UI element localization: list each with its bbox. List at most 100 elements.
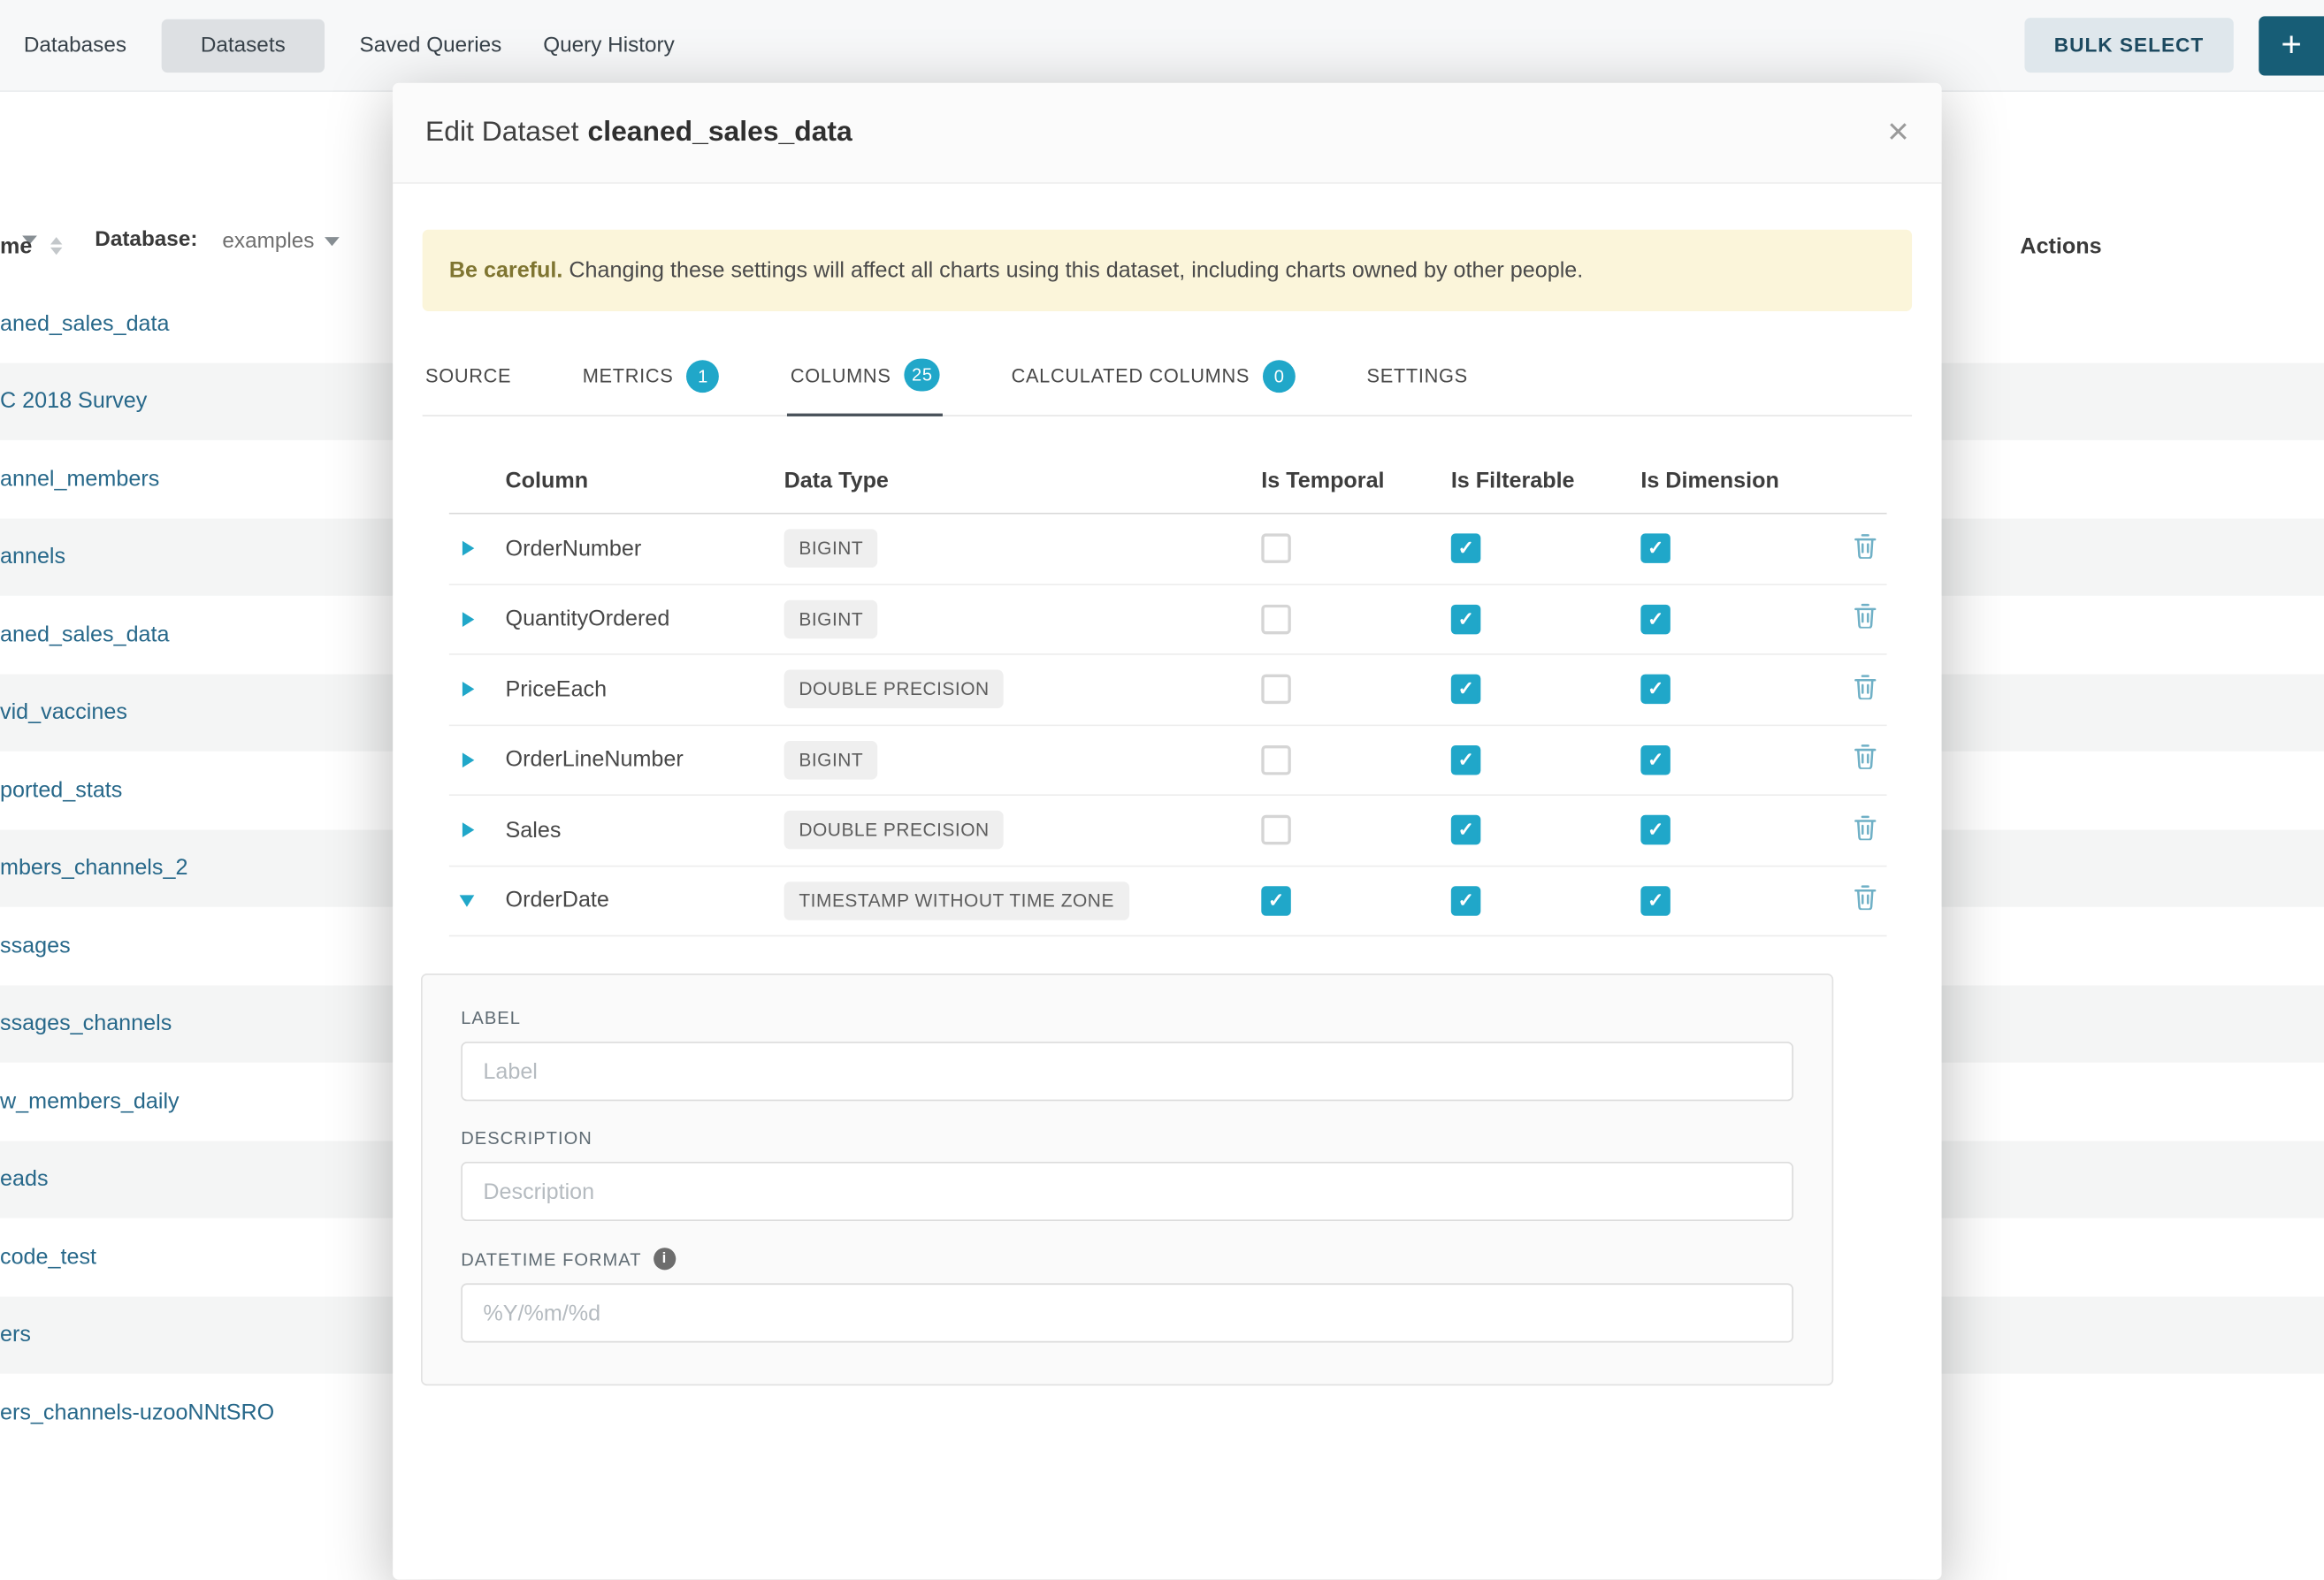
dataset-link[interactable]: ers_channels-uzooNNtSRO xyxy=(0,1400,274,1424)
dataset-link[interactable]: ssages xyxy=(0,933,71,958)
is-filterable-checkbox[interactable]: ✓ xyxy=(1451,745,1481,775)
tab-count-badge: 0 xyxy=(1263,359,1296,392)
tab-settings[interactable]: SETTINGS xyxy=(1364,340,1471,415)
dataset-link[interactable]: mbers_channels_2 xyxy=(0,855,187,880)
is-dimension-checkbox[interactable]: ✓ xyxy=(1640,886,1670,916)
is-filterable-checkbox[interactable]: ✓ xyxy=(1451,815,1481,845)
is-dimension-checkbox[interactable]: ✓ xyxy=(1640,534,1670,564)
tab-source[interactable]: SOURCE xyxy=(423,340,515,415)
tab-count-badge: 1 xyxy=(687,359,720,392)
dataset-link[interactable]: aned_sales_data xyxy=(0,311,170,336)
is-temporal-header: Is Temporal xyxy=(1261,468,1451,492)
description-field-label: DESCRIPTION xyxy=(461,1127,1793,1148)
add-dataset-button[interactable]: + xyxy=(2259,16,2324,75)
expand-caret-icon[interactable] xyxy=(463,541,474,556)
tab-label: METRICS xyxy=(583,364,674,386)
delete-column-button[interactable] xyxy=(1842,604,1886,635)
column-row: SalesDOUBLE PRECISION✓✓ xyxy=(449,796,1887,866)
delete-column-button[interactable] xyxy=(1842,885,1886,916)
data-type-pill: BIGINT xyxy=(784,530,878,569)
is-filterable-checkbox[interactable]: ✓ xyxy=(1451,534,1481,564)
dataset-link[interactable]: code_test xyxy=(0,1244,96,1269)
close-icon[interactable]: × xyxy=(1887,114,1908,151)
is-dimension-checkbox[interactable]: ✓ xyxy=(1640,675,1670,705)
dataset-link[interactable]: C 2018 Survey xyxy=(0,389,147,414)
is-temporal-checkbox[interactable]: ✓ xyxy=(1261,886,1291,916)
info-icon[interactable]: i xyxy=(654,1248,676,1270)
is-temporal-checkbox[interactable] xyxy=(1261,604,1291,634)
dataset-link[interactable]: annel_members xyxy=(0,467,159,492)
column-name: Sales xyxy=(506,818,784,843)
sort-icon[interactable] xyxy=(50,237,62,255)
tab-metrics[interactable]: METRICS 1 xyxy=(579,340,722,415)
dataset-link[interactable]: vid_vaccines xyxy=(0,700,127,725)
data-type-pill: DOUBLE PRECISION xyxy=(784,670,1005,709)
trash-icon xyxy=(1854,814,1876,845)
datetime-format-field-label: DATETIME FORMAT i xyxy=(461,1248,1793,1270)
dataset-link[interactable]: eads xyxy=(0,1166,49,1191)
bulk-select-button[interactable]: BULK SELECT xyxy=(2024,18,2234,73)
tab-columns[interactable]: COLUMNS25 xyxy=(788,340,944,416)
trash-icon xyxy=(1854,744,1876,775)
label-input[interactable] xyxy=(461,1042,1793,1101)
nav-item-databases[interactable]: Databases xyxy=(3,19,147,72)
label-field-label: LABEL xyxy=(461,1008,1793,1028)
delete-column-button[interactable] xyxy=(1842,744,1886,775)
nav-item-saved-queries[interactable]: Saved Queries xyxy=(339,19,523,72)
nav-right-group: BULK SELECT + xyxy=(2024,0,2324,90)
delete-column-button[interactable] xyxy=(1842,533,1886,564)
is-filterable-checkbox[interactable]: ✓ xyxy=(1451,886,1481,916)
column-row: OrderDateTIMESTAMP WITHOUT TIME ZONE✓✓✓ xyxy=(449,866,1887,937)
is-dimension-checkbox[interactable]: ✓ xyxy=(1640,815,1670,845)
collapse-caret-icon[interactable] xyxy=(460,895,475,906)
data-type-cell: BIGINT xyxy=(784,599,1262,638)
column-name: PriceEach xyxy=(506,677,784,702)
is-filterable-checkbox[interactable]: ✓ xyxy=(1451,604,1481,634)
modal-header: Edit Datasetcleaned_sales_data × xyxy=(393,83,1941,184)
is-dimension-checkbox[interactable]: ✓ xyxy=(1640,604,1670,634)
name-column-header[interactable]: me xyxy=(0,234,32,259)
nav-item-datasets[interactable]: Datasets xyxy=(162,19,324,72)
description-input[interactable] xyxy=(461,1162,1793,1221)
is-filterable-header: Is Filterable xyxy=(1451,468,1641,492)
datetime-format-input[interactable] xyxy=(461,1283,1793,1342)
is-temporal-checkbox[interactable] xyxy=(1261,534,1291,564)
modal-body: Be careful. Changing these settings will… xyxy=(393,230,1941,1385)
datetime-format-label-text: DATETIME FORMAT xyxy=(461,1248,641,1269)
column-name: OrderLineNumber xyxy=(506,747,784,772)
column-name: QuantityOrdered xyxy=(506,607,784,631)
dataset-link[interactable]: aned_sales_data xyxy=(0,622,170,647)
database-filter-value[interactable]: examples xyxy=(222,230,314,254)
edit-dataset-modal: Edit Datasetcleaned_sales_data × Be care… xyxy=(393,83,1941,1580)
is-temporal-checkbox[interactable] xyxy=(1261,675,1291,705)
delete-column-button[interactable] xyxy=(1842,814,1886,845)
delete-column-button[interactable] xyxy=(1842,674,1886,705)
dataset-link[interactable]: ers xyxy=(0,1322,31,1347)
trash-icon xyxy=(1854,604,1876,635)
dataset-link[interactable]: ssages_channels xyxy=(0,1011,172,1035)
warning-bold-text: Be careful. xyxy=(449,258,563,283)
expand-caret-icon[interactable] xyxy=(463,823,474,838)
warning-banner: Be careful. Changing these settings will… xyxy=(423,230,1912,311)
nav-item-query-history[interactable]: Query History xyxy=(523,19,695,72)
is-filterable-checkbox[interactable]: ✓ xyxy=(1451,675,1481,705)
is-dimension-checkbox[interactable]: ✓ xyxy=(1640,745,1670,775)
expand-caret-icon[interactable] xyxy=(463,682,474,697)
column-row: OrderLineNumberBIGINT✓✓ xyxy=(449,725,1887,796)
dataset-link[interactable]: annels xyxy=(0,545,65,569)
is-temporal-checkbox[interactable] xyxy=(1261,815,1291,845)
expand-caret-icon[interactable] xyxy=(463,752,474,767)
columns-table-body: OrderNumberBIGINT✓✓QuantityOrderedBIGINT… xyxy=(449,515,1887,937)
expand-caret-icon[interactable] xyxy=(463,612,474,627)
dataset-link[interactable]: w_members_daily xyxy=(0,1088,180,1113)
data-type-cell: BIGINT xyxy=(784,530,1262,569)
is-temporal-checkbox[interactable] xyxy=(1261,745,1291,775)
data-type-pill: TIMESTAMP WITHOUT TIME ZONE xyxy=(784,882,1129,920)
column-row: QuantityOrderedBIGINT ✓ ✓ xyxy=(449,584,1887,655)
column-detail-panel: LABEL DESCRIPTION DATETIME FORMAT i xyxy=(421,973,1833,1385)
columns-table-header: Column Data Type Is Temporal Is Filterab… xyxy=(449,447,1887,514)
tab-calculated-columns[interactable]: CALCULATED COLUMNS0 xyxy=(1008,340,1298,415)
description-field-label-text: DESCRIPTION xyxy=(461,1127,592,1148)
dataset-link[interactable]: ported_stats xyxy=(0,777,122,802)
database-dropdown-caret-icon[interactable] xyxy=(325,237,340,246)
